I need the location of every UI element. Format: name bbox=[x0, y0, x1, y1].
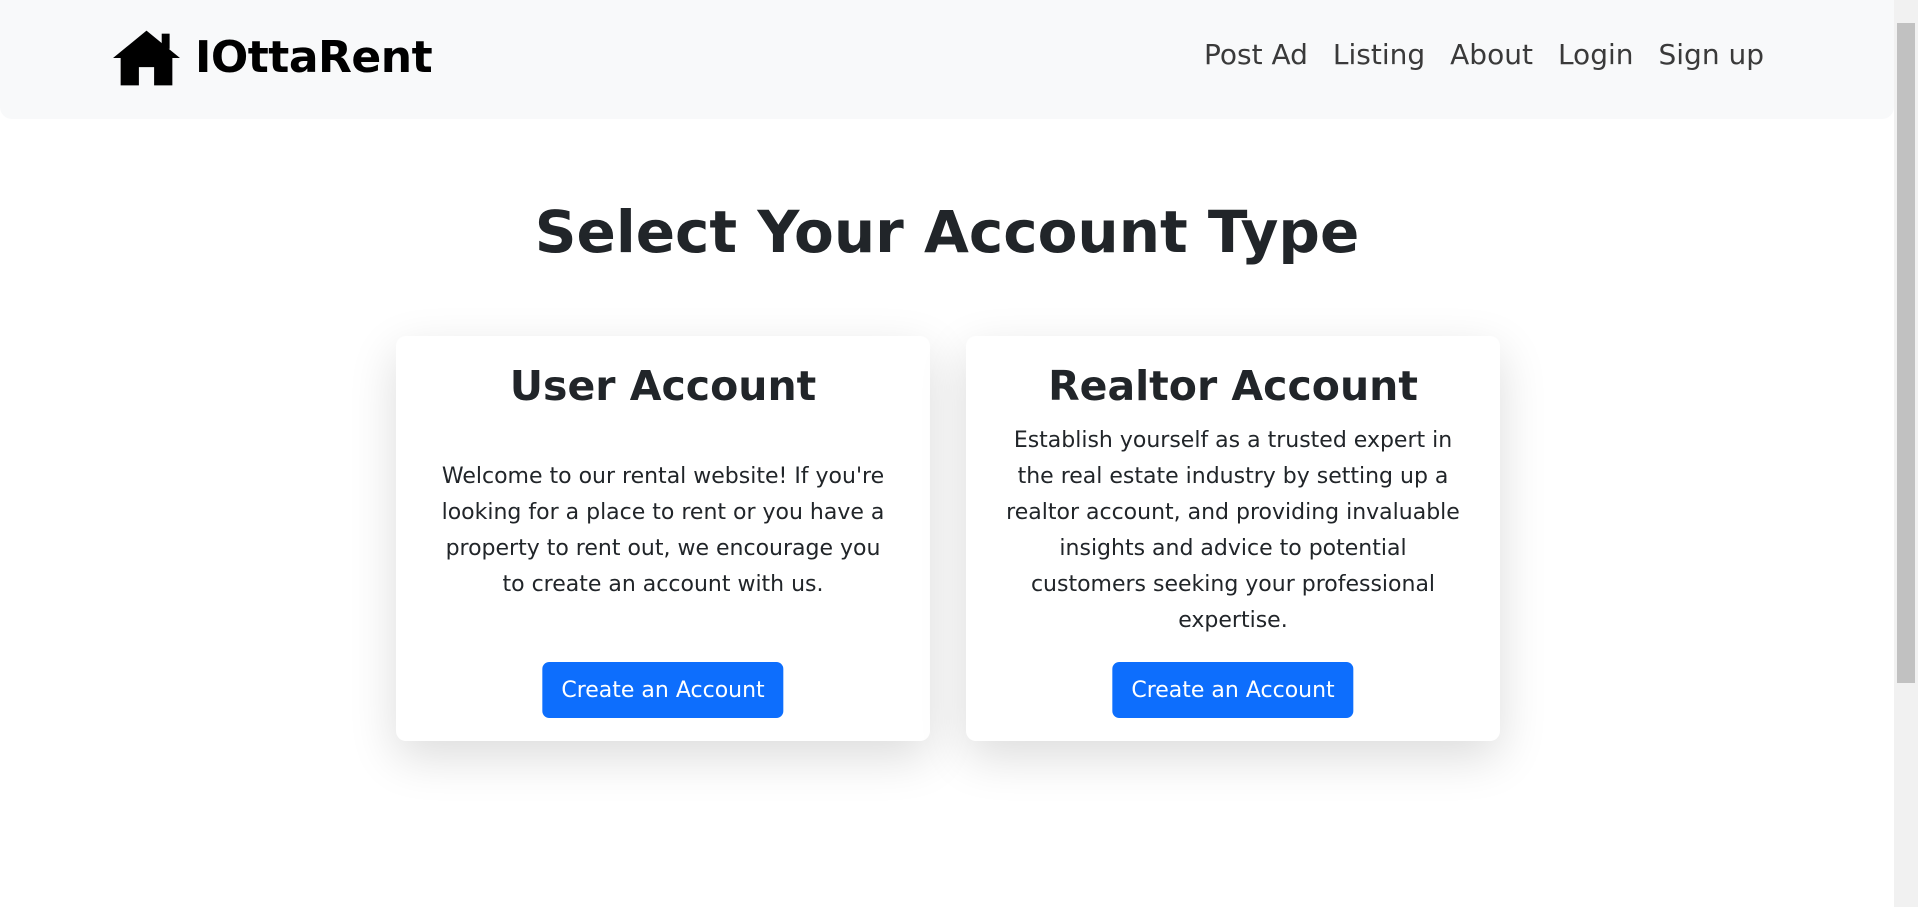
nav-link-about[interactable]: About bbox=[1450, 38, 1533, 72]
user-account-description: Welcome to our rental website! If you're… bbox=[441, 464, 885, 597]
nav-link-post-ad[interactable]: Post Ad bbox=[1204, 38, 1308, 72]
page-title: Select Your Account Type bbox=[534, 198, 1360, 266]
vertical-scrollbar[interactable] bbox=[1894, 0, 1918, 907]
house-icon bbox=[110, 27, 183, 89]
brand-link[interactable]: IOttaRent bbox=[110, 27, 433, 89]
realtor-account-title: Realtor Account bbox=[1048, 362, 1418, 410]
nav-link-listing[interactable]: Listing bbox=[1333, 38, 1425, 72]
brand-name: IOttaRent bbox=[195, 32, 433, 83]
scrollbar-thumb[interactable] bbox=[1897, 23, 1915, 683]
nav-link-login[interactable]: Login bbox=[1558, 38, 1634, 72]
user-account-title: User Account bbox=[509, 362, 817, 410]
user-account-card: User Account Welcome to our rental websi… bbox=[396, 336, 930, 741]
realtor-account-card: Realtor Account Establish yourself as a … bbox=[966, 336, 1500, 741]
nav-links: Post Ad Listing About Login Sign up bbox=[1204, 38, 1764, 72]
navbar: IOttaRent Post Ad Listing About Login Si… bbox=[0, 0, 1894, 119]
user-create-account-button[interactable]: Create an Account bbox=[542, 662, 784, 718]
realtor-account-description: Establish yourself as a trusted expert i… bbox=[1006, 428, 1460, 633]
realtor-create-account-button[interactable]: Create an Account bbox=[1112, 662, 1354, 718]
nav-link-sign-up[interactable]: Sign up bbox=[1659, 38, 1765, 72]
